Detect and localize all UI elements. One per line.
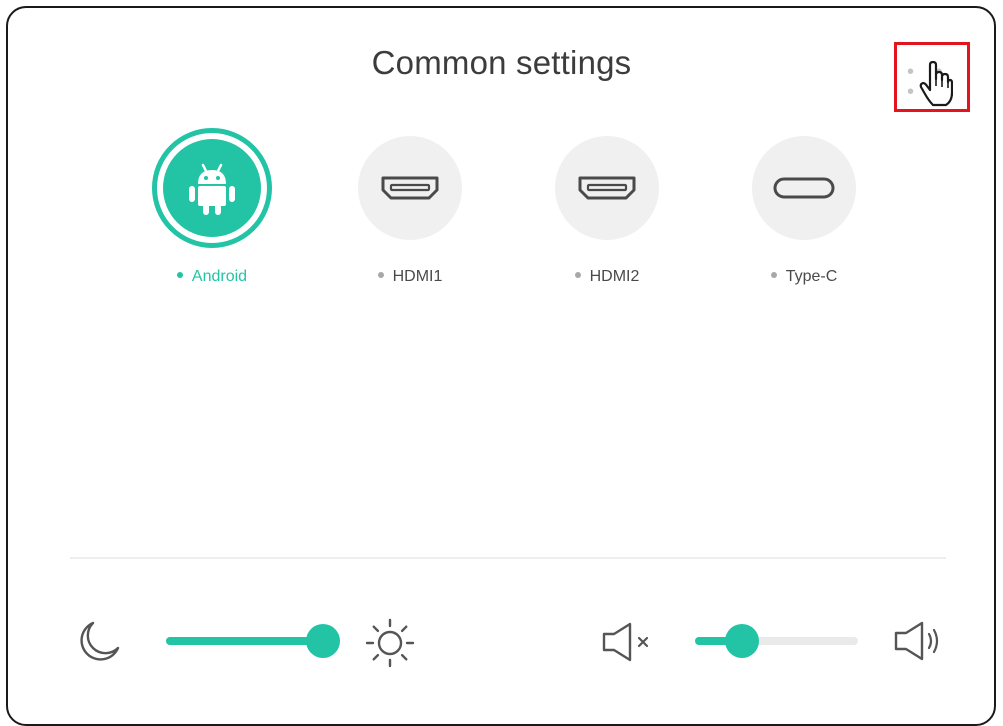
status-dot bbox=[377, 271, 384, 278]
usb-c-port-icon bbox=[773, 177, 835, 199]
android-icon bbox=[189, 163, 235, 215]
source-label: Type-C bbox=[785, 268, 838, 285]
source-circle bbox=[152, 128, 272, 248]
source-circle bbox=[358, 136, 462, 240]
source-type-c[interactable]: Type-C bbox=[724, 136, 884, 286]
source-label: HDMI2 bbox=[589, 268, 640, 285]
status-dot bbox=[176, 271, 183, 278]
settings-panel bbox=[6, 6, 996, 726]
source-android[interactable]: Android bbox=[132, 128, 292, 286]
sun-icon bbox=[365, 618, 415, 668]
hdmi-port-icon bbox=[578, 176, 636, 200]
hdmi-port-icon bbox=[381, 176, 439, 200]
volume-slider[interactable] bbox=[695, 624, 858, 658]
brightness-fill bbox=[166, 637, 324, 645]
source-hdmi1[interactable]: HDMI1 bbox=[330, 136, 490, 286]
speaker-mute-icon bbox=[602, 622, 649, 662]
source-hdmi2[interactable]: HDMI2 bbox=[527, 136, 687, 286]
source-label: Android bbox=[191, 268, 248, 285]
brightness-slider[interactable] bbox=[166, 624, 341, 658]
speaker-loud-icon bbox=[894, 621, 939, 661]
status-dot bbox=[770, 271, 777, 278]
pointer-hand-icon bbox=[919, 61, 953, 107]
more-options-button[interactable]: • • • bbox=[894, 42, 970, 112]
status-dot bbox=[574, 271, 581, 278]
source-circle bbox=[555, 136, 659, 240]
source-circle bbox=[752, 136, 856, 240]
page-title: Common settings bbox=[371, 44, 632, 81]
source-label: HDMI1 bbox=[392, 268, 443, 285]
section-divider bbox=[70, 557, 946, 559]
moon-icon bbox=[80, 621, 120, 661]
